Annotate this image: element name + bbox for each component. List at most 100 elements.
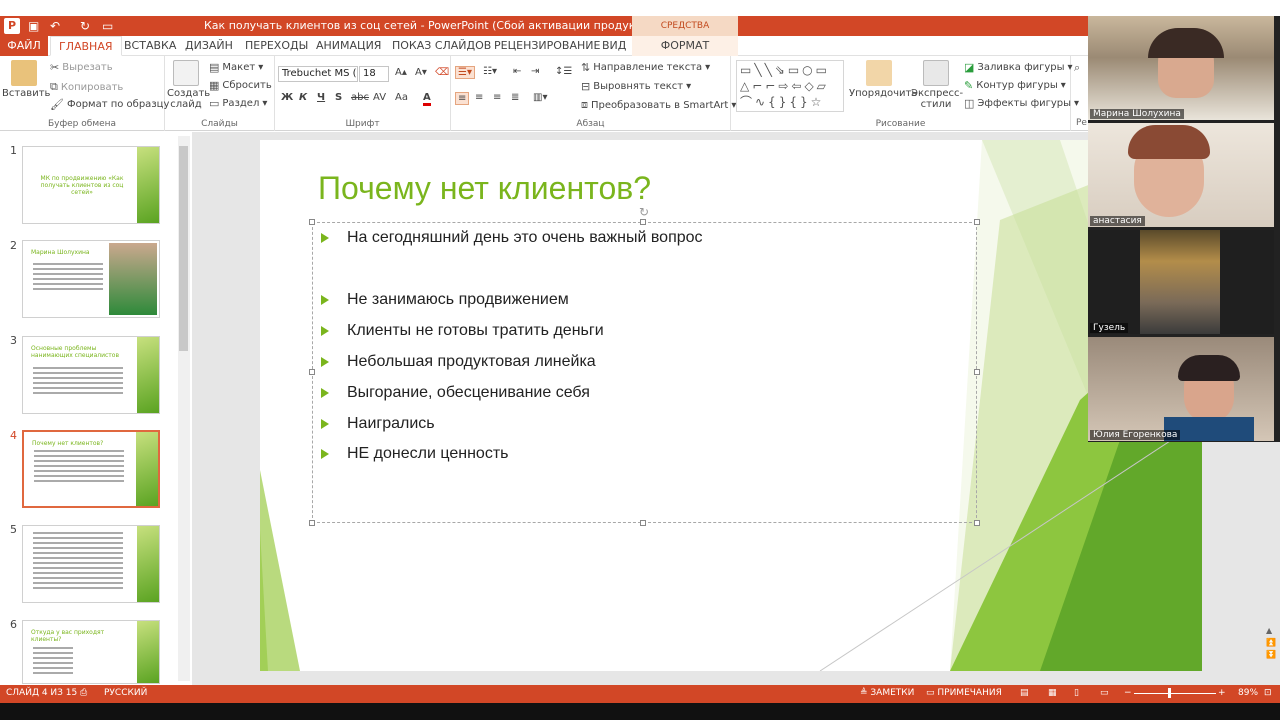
slide-sorter-icon[interactable]: ▦ [1048, 688, 1057, 698]
arrange-button[interactable]: Упорядочить [849, 60, 917, 99]
section-button[interactable]: ▭ Раздел ▾ [209, 97, 267, 110]
shrink-font-button[interactable]: A▾ [415, 67, 427, 78]
slide-thumbnail-6[interactable]: Откуда у вас приходят клиенты? [22, 620, 160, 684]
resize-handle[interactable] [974, 369, 980, 375]
tab-slideshow[interactable]: ПОКАЗ СЛАЙДОВ [384, 36, 499, 56]
clear-formatting-button[interactable]: ⌫ [435, 67, 449, 78]
find-button[interactable]: ⌕ [1074, 61, 1080, 75]
align-left-button[interactable]: ≡ [455, 92, 470, 105]
next-slide-icon[interactable]: ⏬ [1266, 649, 1278, 661]
tab-insert[interactable]: ВСТАВКА [116, 36, 184, 56]
normal-view-icon[interactable]: ▤ [1020, 688, 1029, 698]
slide-thumbnail-4[interactable]: Почему нет клиентов? [22, 430, 160, 508]
font-color-button[interactable]: A [423, 92, 431, 106]
shape-outline-button[interactable]: ✎ Контур фигуры ▾ [964, 79, 1066, 92]
rotate-handle-icon[interactable]: ↻ [639, 205, 649, 219]
language-indicator[interactable]: РУССКИЙ [104, 688, 147, 698]
scroll-up-icon[interactable]: ▲ [1266, 625, 1278, 637]
cut-button[interactable]: ✂ Вырезать [50, 61, 113, 74]
smartart-button[interactable]: ⧈ Преобразовать в SmartArt ▾ [581, 98, 736, 112]
bullet-item[interactable]: Наигрались [321, 415, 435, 433]
bullet-item[interactable]: Клиенты не готовы тратить деньги [321, 322, 604, 340]
zoom-slider[interactable] [1134, 693, 1216, 694]
tab-review[interactable]: РЕЦЕНЗИРОВАНИЕ [486, 36, 608, 56]
align-right-button[interactable]: ≡ [493, 92, 501, 103]
numbering-button[interactable]: ☷▾ [483, 66, 497, 77]
bullet-item[interactable]: НЕ донесли ценность [321, 445, 508, 463]
slide-vertical-scrollbar[interactable]: ▲ ⏫ ⏬ [1266, 625, 1278, 665]
shapes-gallery[interactable]: ▭╲╲⇘▭○▭ △⌐⌐⇨⇦◇▱ ⌒∿{}{}☆ [736, 60, 844, 112]
tab-animation[interactable]: АНИМАЦИЯ [308, 36, 389, 56]
bullet-item[interactable]: Небольшая продуктовая линейка [321, 353, 596, 371]
start-slideshow-icon[interactable]: ▭ [102, 18, 113, 34]
reading-view-icon[interactable]: ▯ [1074, 688, 1079, 698]
slide-thumbnail-5[interactable] [22, 525, 160, 603]
columns-button[interactable]: ▥▾ [533, 92, 547, 103]
bullets-button[interactable]: ☰▾ [455, 66, 475, 79]
decrease-indent-button[interactable]: ⇤ [513, 66, 521, 77]
zoom-slider-thumb[interactable] [1168, 688, 1171, 698]
resize-handle[interactable] [974, 219, 980, 225]
paste-button[interactable]: Вставить [2, 60, 50, 99]
bold-button[interactable]: Ж [281, 92, 293, 103]
slide-thumbnail-1[interactable]: МК по продвижению «Как получать клиентов… [22, 146, 160, 224]
quick-styles-button[interactable]: Экспресс- стили [911, 60, 963, 110]
copy-button[interactable]: ⧉ Копировать [50, 80, 123, 94]
change-case-button[interactable]: Aa [395, 92, 408, 103]
bullet-item[interactable]: Выгорание, обесценивание себя [321, 384, 590, 402]
participant-tile[interactable]: Гузель [1088, 230, 1274, 334]
save-icon[interactable]: ▣ [28, 18, 39, 34]
slide-title[interactable]: Почему нет клиентов? [318, 170, 651, 207]
undo-icon[interactable]: ↶ [50, 18, 60, 34]
increase-indent-button[interactable]: ⇥ [531, 66, 539, 77]
font-name-select[interactable]: Trebuchet MS ( [278, 66, 358, 82]
font-size-select[interactable]: 18 [359, 66, 389, 82]
zoom-out-button[interactable]: − [1124, 688, 1132, 698]
grow-font-button[interactable]: A▴ [395, 67, 407, 78]
shape-fill-button[interactable]: ◪ Заливка фигуры ▾ [964, 61, 1073, 74]
new-slide-button[interactable]: Создать слайд [167, 60, 210, 110]
bullet-item[interactable]: Не занимаюсь продвижением [321, 291, 569, 309]
tab-transitions[interactable]: ПЕРЕХОДЫ [237, 36, 316, 56]
prev-slide-icon[interactable]: ⏫ [1266, 637, 1278, 649]
resize-handle[interactable] [974, 520, 980, 526]
current-slide[interactable]: Почему нет клиентов? ↻ На сегодняшний де… [260, 140, 1202, 671]
strikethrough-button[interactable]: abc [351, 92, 369, 103]
resize-handle[interactable] [309, 369, 315, 375]
participant-tile[interactable]: Юлия Егоренкова [1088, 337, 1274, 441]
text-shadow-button[interactable]: S [335, 92, 342, 103]
resize-handle[interactable] [640, 520, 646, 526]
redo-icon[interactable]: ↻ [80, 18, 90, 34]
thumbnails-scrollbar[interactable] [178, 136, 190, 681]
shape-effects-button[interactable]: ◫ Эффекты фигуры ▾ [964, 97, 1079, 110]
char-spacing-button[interactable]: AV [373, 92, 386, 103]
resize-handle[interactable] [309, 520, 315, 526]
spellcheck-icon[interactable]: ⎙ [80, 688, 87, 698]
resize-handle[interactable] [309, 219, 315, 225]
justify-button[interactable]: ≣ [511, 92, 519, 103]
zoom-in-button[interactable]: + [1218, 688, 1226, 698]
participant-tile[interactable]: Марина Шолухина [1088, 16, 1274, 120]
format-painter-button[interactable]: 🖌 Формат по образцу [50, 98, 169, 111]
scrollbar-thumb[interactable] [179, 146, 188, 351]
notes-button[interactable]: ≜ ЗАМЕТКИ [860, 688, 914, 698]
tab-format[interactable]: ФОРМАТ [632, 36, 738, 56]
fit-to-window-icon[interactable]: ⊡ [1264, 688, 1272, 698]
underline-button[interactable]: Ч [317, 92, 325, 103]
slide-thumbnail-3[interactable]: Основные проблемы нанимающих специалисто… [22, 336, 160, 414]
tab-file[interactable]: ФАЙЛ [0, 36, 48, 56]
content-placeholder[interactable]: ↻ На сегодняшний день это очень важный в… [309, 205, 980, 526]
tab-home[interactable]: ГЛАВНАЯ [50, 36, 122, 56]
comments-button[interactable]: ▭ ПРИМЕЧАНИЯ [926, 688, 1002, 698]
participant-tile[interactable]: анастасия [1088, 123, 1274, 227]
layout-button[interactable]: ▤ Макет ▾ [209, 61, 263, 74]
slide-thumbnail-2[interactable]: Марина Шолухина [22, 240, 160, 318]
text-direction-button[interactable]: ⇅ Направление текста ▾ [581, 61, 710, 74]
align-center-button[interactable]: ≡ [475, 92, 483, 103]
slideshow-view-icon[interactable]: ▭ [1100, 688, 1109, 698]
resize-handle[interactable] [640, 219, 646, 225]
bullet-item[interactable]: На сегодняшний день это очень важный воп… [321, 229, 703, 247]
reset-button[interactable]: ▦ Сбросить [209, 79, 272, 92]
tab-design[interactable]: ДИЗАЙН [177, 36, 241, 56]
tab-view[interactable]: ВИД [594, 36, 634, 56]
